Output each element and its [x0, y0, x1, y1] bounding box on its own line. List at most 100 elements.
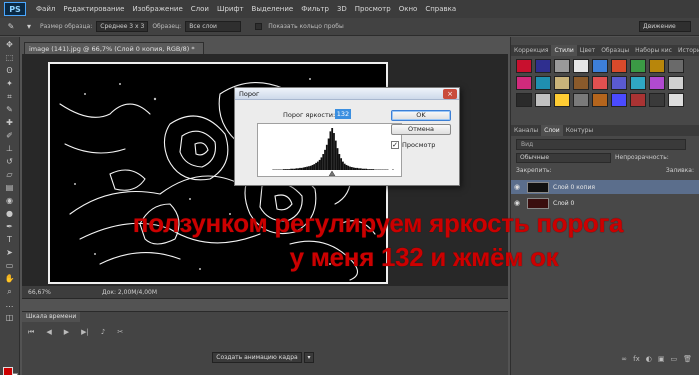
zoom-tool-icon[interactable]: ⌕ [3, 286, 17, 297]
hand-tool-icon[interactable]: ✋ [3, 273, 17, 284]
menu-select[interactable]: Выделение [248, 5, 298, 13]
marquee-tool-icon[interactable]: ⬚ [3, 52, 17, 63]
style-swatch[interactable] [649, 76, 665, 90]
style-swatch[interactable] [554, 76, 570, 90]
link-layers-icon[interactable]: ∞ [621, 355, 627, 367]
history-brush-tool-icon[interactable]: ↺ [3, 156, 17, 167]
menu-file[interactable]: Файл [32, 5, 59, 13]
sample-size-select[interactable]: Среднее 3 х 3 [96, 21, 149, 32]
eye-icon[interactable]: ◉ [511, 183, 523, 191]
adjustment-layer-icon[interactable]: ◐ [646, 355, 652, 367]
style-swatch[interactable] [516, 76, 532, 90]
pen-tool-icon[interactable]: ✒ [3, 221, 17, 232]
style-swatch[interactable] [573, 76, 589, 90]
style-swatch[interactable] [573, 93, 589, 107]
chevron-down-icon[interactable]: ▾ [304, 352, 314, 363]
create-frame-animation-button[interactable]: Создать анимацию кадра [212, 352, 302, 363]
tab-channels[interactable]: Каналы [511, 125, 541, 136]
move-tool-icon[interactable]: ✥ [3, 39, 17, 50]
path-select-tool-icon[interactable]: ➤ [3, 247, 17, 258]
style-swatch[interactable] [668, 76, 684, 90]
histogram[interactable] [257, 123, 402, 177]
first-frame-icon[interactable]: ⏮ [28, 328, 34, 337]
show-ring-checkbox[interactable] [255, 23, 263, 30]
eyedropper-icon[interactable]: ✎ [4, 21, 18, 33]
style-swatch[interactable] [592, 76, 608, 90]
tab-timeline[interactable]: Шкала времени [22, 312, 81, 322]
foreground-color-swatch[interactable] [3, 367, 13, 375]
menu-view[interactable]: Просмотр [351, 5, 395, 13]
threshold-slider-handle[interactable] [328, 170, 336, 177]
layer-name[interactable]: Слой 0 копия [553, 184, 595, 191]
style-swatch[interactable] [573, 59, 589, 73]
close-icon[interactable]: × [443, 89, 457, 99]
trash-icon[interactable]: 🗑 [683, 355, 692, 367]
healing-tool-icon[interactable]: ✚ [3, 117, 17, 128]
play-icon[interactable]: ▶ [64, 328, 69, 337]
menu-filter[interactable]: Фильтр [297, 5, 333, 13]
chevron-down-icon[interactable]: ▾ [22, 21, 36, 33]
style-swatch[interactable] [668, 59, 684, 73]
document-tab[interactable]: image (141).jpg @ 66,7% (Слой 0 копия, R… [24, 42, 204, 54]
more-tools-icon[interactable]: … [3, 299, 17, 310]
tab-layers[interactable]: Слои [541, 125, 563, 136]
prev-frame-icon[interactable]: ◀ [46, 328, 51, 337]
style-swatch[interactable] [630, 76, 646, 90]
style-swatch[interactable] [535, 59, 551, 73]
tab-paths[interactable]: Контуры [563, 125, 596, 136]
style-swatch[interactable] [535, 76, 551, 90]
menu-window[interactable]: Окно [395, 5, 422, 13]
threshold-level-input[interactable]: 132 [335, 109, 351, 119]
style-swatch[interactable] [611, 59, 627, 73]
layer-row[interactable]: ◉ Слой 0 копия [511, 180, 699, 194]
brush-tool-icon[interactable]: ✐ [3, 130, 17, 141]
audio-icon[interactable]: ♪ [101, 328, 105, 337]
style-swatch[interactable] [535, 93, 551, 107]
crop-tool-icon[interactable]: ⌗ [3, 91, 17, 102]
dodge-tool-icon[interactable]: ● [3, 208, 17, 219]
next-frame-icon[interactable]: ▶| [81, 328, 89, 337]
layer-mask-icon[interactable]: ▣ [658, 355, 665, 367]
menu-type[interactable]: Шрифт [213, 5, 248, 13]
workspace-select[interactable]: Движение [639, 21, 691, 32]
tab-swatches[interactable]: Образцы [598, 45, 632, 56]
cancel-button[interactable]: Отмена [391, 124, 451, 135]
eyedropper-tool-icon[interactable]: ✎ [3, 104, 17, 115]
style-swatch[interactable] [611, 76, 627, 90]
split-icon[interactable]: ✂ [117, 328, 123, 337]
mask-mode-icon[interactable]: ◫ [3, 312, 17, 323]
new-layer-icon[interactable]: ▭ [670, 355, 677, 367]
blend-mode-select[interactable]: Обычные [516, 152, 611, 163]
preview-option[interactable]: ✓ Просмотр [391, 141, 435, 149]
tab-color[interactable]: Цвет [577, 45, 598, 56]
quick-select-tool-icon[interactable]: ✦ [3, 78, 17, 89]
layers-filter-select[interactable]: Вид [516, 139, 686, 150]
zoom-level[interactable]: 66,67% [22, 289, 62, 296]
preview-checkbox[interactable]: ✓ [391, 141, 399, 149]
type-tool-icon[interactable]: T [3, 234, 17, 245]
style-swatch[interactable] [554, 59, 570, 73]
style-swatch[interactable] [516, 93, 532, 107]
menu-3d[interactable]: 3D [333, 5, 351, 13]
menu-help[interactable]: Справка [421, 5, 460, 13]
eraser-tool-icon[interactable]: ▱ [3, 169, 17, 180]
style-swatch[interactable] [649, 93, 665, 107]
menu-edit[interactable]: Редактирование [59, 5, 128, 13]
stamp-tool-icon[interactable]: ⊥ [3, 143, 17, 154]
ok-button[interactable]: OK [391, 110, 451, 121]
blur-tool-icon[interactable]: ◉ [3, 195, 17, 206]
gradient-tool-icon[interactable]: ▤ [3, 182, 17, 193]
layer-style-icon[interactable]: fx [633, 355, 640, 367]
tab-adjustments[interactable]: Коррекция [511, 45, 551, 56]
style-swatch[interactable] [592, 93, 608, 107]
tab-history[interactable]: История [675, 45, 699, 56]
style-swatch[interactable] [630, 93, 646, 107]
style-swatch[interactable] [592, 59, 608, 73]
style-swatch[interactable] [516, 59, 532, 73]
style-swatch[interactable] [611, 93, 627, 107]
style-swatch[interactable] [554, 93, 570, 107]
style-swatch[interactable] [649, 59, 665, 73]
tab-styles[interactable]: Стили [551, 45, 577, 56]
sample-layers-select[interactable]: Все слои [185, 21, 242, 32]
style-swatch[interactable] [630, 59, 646, 73]
